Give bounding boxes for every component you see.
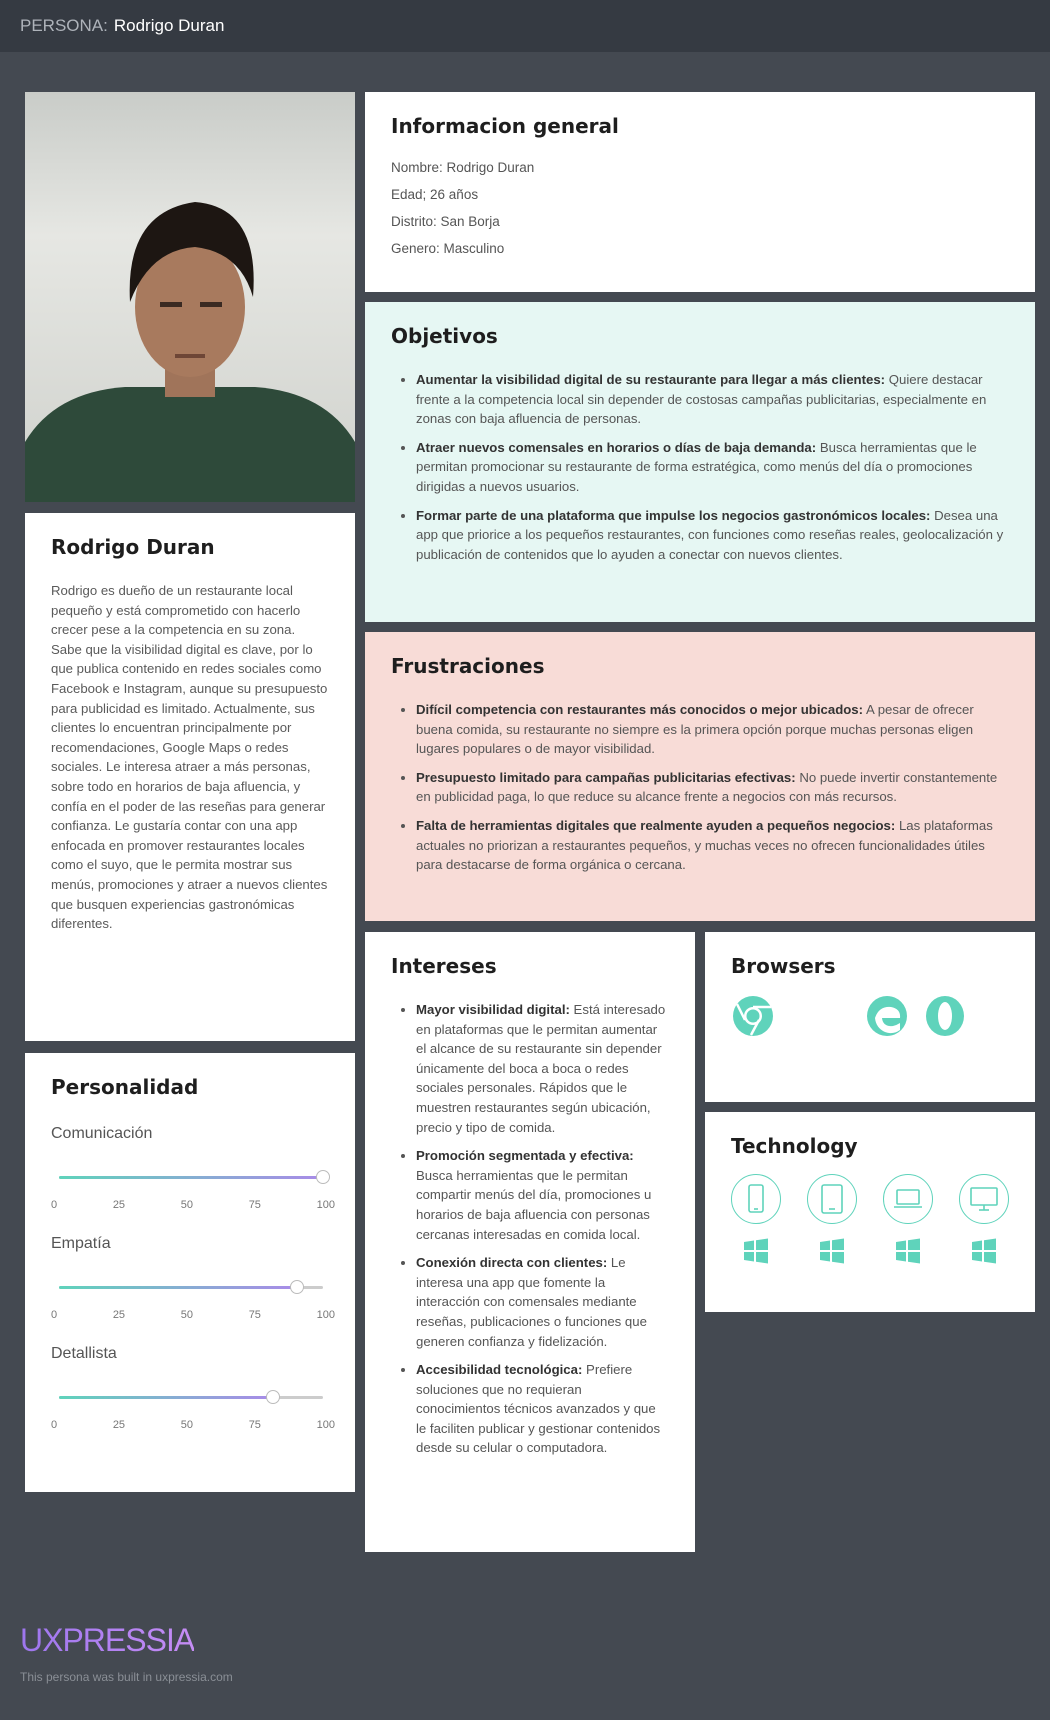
opera-icon bbox=[923, 994, 967, 1043]
slider-detallista: Detallista 0 25 50 75 100 bbox=[51, 1345, 335, 1431]
technology-card: Technology bbox=[705, 1112, 1035, 1312]
slider-knob[interactable] bbox=[265, 1390, 280, 1404]
slider-label: Comunicación bbox=[51, 1125, 153, 1142]
tick-label: 75 bbox=[248, 1199, 261, 1211]
goal-item: Formar parte de una plataforma que impul… bbox=[416, 506, 1009, 565]
frustration-item: Falta de herramientas digitales que real… bbox=[416, 816, 1009, 875]
info-name: Nombre: Rodrigo Duran bbox=[391, 160, 535, 175]
bio-name: Rodrigo Duran bbox=[51, 535, 215, 559]
slider-track[interactable] bbox=[59, 1280, 323, 1294]
tick-label: 25 bbox=[112, 1199, 126, 1211]
frustrations-card: Frustraciones Difícil competencia con re… bbox=[365, 632, 1035, 921]
slider-label: Empatía bbox=[51, 1235, 111, 1252]
interests-card: Intereses Mayor visibilidad digital: Est… bbox=[365, 932, 695, 1552]
browsers-card: Browsers bbox=[705, 932, 1035, 1102]
slider-ticks: 0 25 50 75 100 bbox=[51, 1419, 335, 1431]
windows-icon bbox=[731, 1238, 781, 1264]
info-title: Informacion general bbox=[391, 114, 619, 138]
uxpressia-logo[interactable]: UXPRESSIA bbox=[20, 1622, 195, 1659]
bio-text: Rodrigo es dueño de un restaurante local… bbox=[51, 583, 328, 932]
frustration-item: Difícil competencia con restaurantes más… bbox=[416, 700, 1009, 759]
tick-label: 0 bbox=[51, 1309, 58, 1321]
bio-card: Rodrigo Duran Rodrigo es dueño de un res… bbox=[25, 513, 355, 1041]
tick-label: 50 bbox=[180, 1199, 193, 1211]
tick-label: 100 bbox=[316, 1309, 335, 1321]
goal-item: Aumentar la visibilidad digital de su re… bbox=[416, 370, 1009, 429]
laptop-icon bbox=[883, 1174, 933, 1224]
general-info-card: Informacion general Nombre: Rodrigo Dura… bbox=[365, 92, 1035, 292]
tick-label: 25 bbox=[112, 1419, 126, 1431]
tick-label: 50 bbox=[180, 1419, 193, 1431]
tablet-icon bbox=[807, 1174, 857, 1224]
built-with-text: This persona was built in uxpressia.com bbox=[20, 1670, 233, 1684]
slider-comunicacion: Comunicación 0 25 50 75 100 bbox=[51, 1125, 335, 1211]
slider-label: Detallista bbox=[51, 1345, 117, 1362]
tick-label: 75 bbox=[248, 1309, 261, 1321]
chrome-icon bbox=[731, 994, 775, 1043]
tick-label: 75 bbox=[248, 1419, 261, 1431]
windows-icon bbox=[883, 1238, 933, 1264]
persona-photo bbox=[25, 92, 355, 502]
frustration-item: Presupuesto limitado para campañas publi… bbox=[416, 768, 1009, 807]
tick-label: 25 bbox=[112, 1309, 126, 1321]
goals-card: Objetivos Aumentar la visibilidad digita… bbox=[365, 302, 1035, 622]
interest-item: Conexión directa con clientes: Le intere… bbox=[416, 1253, 669, 1351]
interests-title: Intereses bbox=[391, 954, 497, 978]
persona-title: Rodrigo Duran bbox=[113, 16, 225, 35]
goal-item: Atraer nuevos comensales en horarios o d… bbox=[416, 438, 1009, 497]
personality-title: Personalidad bbox=[51, 1075, 199, 1099]
windows-icon bbox=[807, 1238, 857, 1264]
top-bar: PERSONA: Rodrigo Duran bbox=[0, 0, 1050, 52]
interest-item: Accesibilidad tecnológica: Prefiere solu… bbox=[416, 1360, 669, 1458]
tick-label: 100 bbox=[316, 1419, 335, 1431]
tick-label: 50 bbox=[180, 1309, 193, 1321]
desktop-icon bbox=[959, 1174, 1009, 1224]
slider-ticks: 0 25 50 75 100 bbox=[51, 1199, 335, 1211]
slider-empatia: Empatía 0 25 50 75 100 bbox=[51, 1235, 335, 1321]
tick-label: 0 bbox=[51, 1419, 58, 1431]
interest-item: Promoción segmentada y efectiva: Busca h… bbox=[416, 1146, 669, 1244]
info-gender: Genero: Masculino bbox=[391, 241, 505, 256]
interest-item: Mayor visibilidad digital: Está interesa… bbox=[416, 1000, 669, 1137]
slider-track[interactable] bbox=[59, 1390, 323, 1404]
persona-prefix: PERSONA: bbox=[20, 16, 108, 35]
slider-track[interactable] bbox=[59, 1170, 330, 1184]
windows-icon bbox=[959, 1238, 1009, 1264]
edge-icon bbox=[865, 994, 909, 1043]
slider-ticks: 0 25 50 75 100 bbox=[51, 1309, 335, 1321]
info-district: Distrito: San Borja bbox=[391, 214, 500, 229]
tick-label: 100 bbox=[316, 1199, 335, 1211]
info-age: Edad; 26 años bbox=[391, 187, 479, 202]
goals-title: Objetivos bbox=[391, 324, 498, 348]
personality-card: Personalidad Comunicación 0 25 50 75 100 Emp… bbox=[25, 1053, 355, 1492]
frustrations-title: Frustraciones bbox=[391, 654, 545, 678]
phone-icon bbox=[731, 1174, 781, 1224]
tick-label: 0 bbox=[51, 1199, 58, 1211]
slider-knob[interactable] bbox=[289, 1280, 304, 1294]
technology-title: Technology bbox=[731, 1134, 858, 1158]
browsers-title: Browsers bbox=[731, 954, 836, 978]
slider-knob[interactable] bbox=[316, 1170, 330, 1184]
